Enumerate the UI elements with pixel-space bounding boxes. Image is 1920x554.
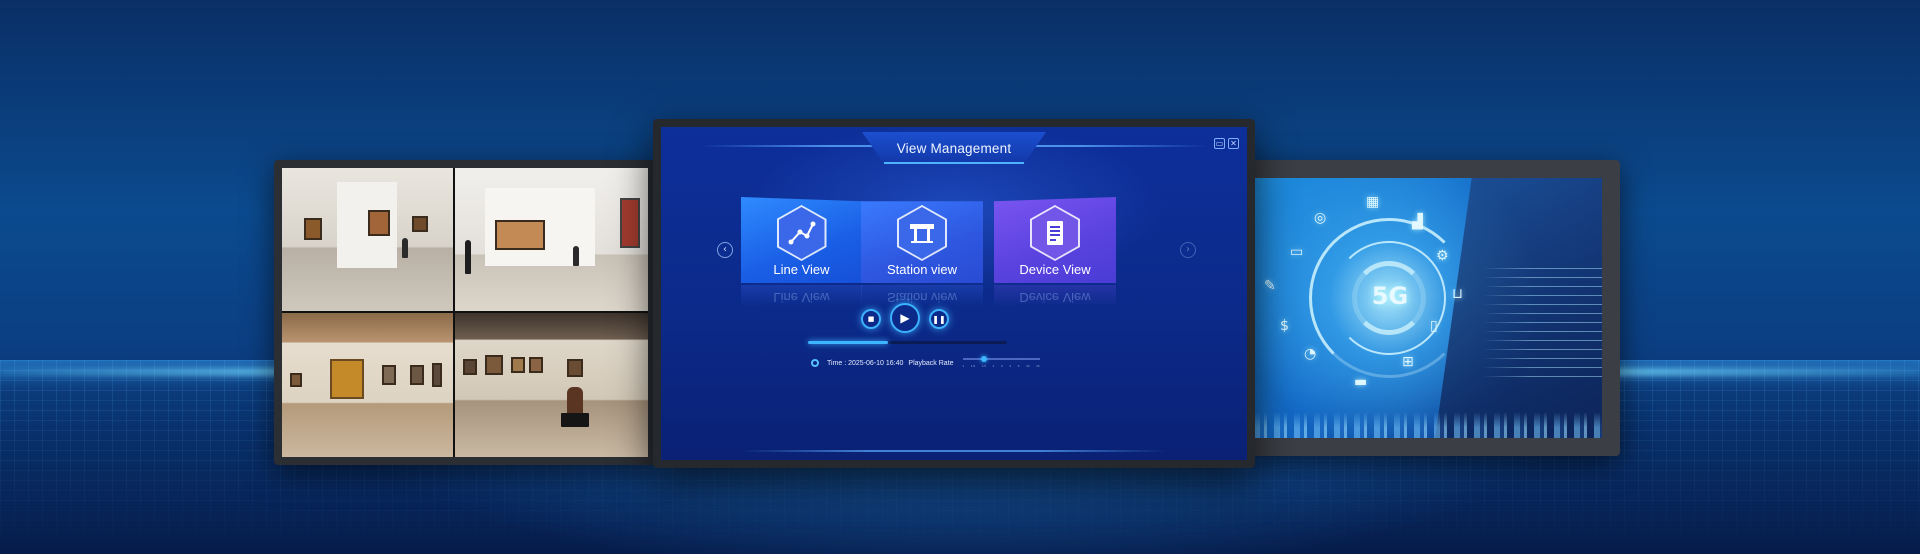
rate-ticks: 1 1.5 1.5 2 3 4 5 10 16	[963, 364, 1040, 368]
line-view-reflection: Line View	[741, 285, 862, 307]
circuit-lines	[1482, 268, 1602, 378]
playback-status-row: Time : 2025-06-10 16:40 Playback Rate 11…	[811, 356, 1040, 370]
5g-label: 5G	[1371, 282, 1409, 310]
rate-tick-label: 2	[992, 364, 995, 368]
station-view-reflection: Station view	[861, 285, 983, 307]
progress-fill	[808, 341, 888, 344]
rate-tick-label: 10	[1026, 364, 1030, 368]
gallery-photo	[455, 313, 648, 457]
rate-tick-label: 3	[1000, 364, 1003, 368]
station-view-label: Station view	[886, 262, 958, 277]
pen-icon: ✎	[1264, 278, 1276, 294]
left-display	[274, 160, 656, 465]
chat-icon: ▭	[1290, 244, 1304, 260]
rate-track	[962, 358, 1040, 360]
footer-line	[741, 450, 1167, 452]
rate-thumb[interactable]	[981, 356, 988, 362]
station-view-card[interactable]: Station view	[861, 197, 983, 283]
chart-icon: ▟	[1412, 214, 1423, 230]
gift-icon: ⊞	[1402, 354, 1414, 370]
line-view-label: Line View	[773, 262, 830, 277]
minimize-icon[interactable]: ▭	[1214, 138, 1225, 149]
rate-tick-label: 5	[1017, 364, 1020, 368]
rate-tick-label: 16	[1036, 364, 1040, 368]
gallery-photo	[282, 168, 453, 311]
stop-button[interactable]: ■	[861, 309, 881, 329]
rate-tick-label: 1	[962, 364, 965, 368]
target-icon: ◎	[1314, 210, 1327, 226]
calendar-icon: ▦	[1366, 194, 1380, 210]
playback-rate-label: Playback Rate	[908, 359, 954, 367]
play-button[interactable]: ▶	[890, 303, 920, 333]
close-icon[interactable]: ✕	[1228, 138, 1239, 149]
city-skyline	[1254, 412, 1602, 438]
playback-rate-slider[interactable]: 1 1.5 1.5 2 3 4 5 10 16	[962, 356, 1040, 370]
phone-icon: ▯	[1430, 318, 1438, 334]
truck-icon: ▬	[1354, 374, 1368, 390]
device-view-card[interactable]: Device View	[994, 197, 1116, 283]
gear-icon: ⚙	[1436, 248, 1449, 264]
pause-button[interactable]: ❚❚	[929, 309, 949, 329]
right-display: 5G ◎ ▦ ▟ ▭ ⚙ ✎ ⊔ $ ▯ ◔ ⊞ ▬	[1246, 160, 1620, 456]
app-title: View Management	[896, 140, 1012, 156]
playback-progress-bar[interactable]	[808, 341, 1007, 344]
window-controls: ▭ ✕	[1214, 138, 1239, 149]
device-view-label: Device View	[1019, 262, 1091, 277]
chevron-right-icon[interactable]: ›	[1180, 242, 1196, 258]
center-display: View Management ▭ ✕ ‹ › Line View Line V…	[653, 119, 1255, 468]
rate-tick-label: 4	[1009, 364, 1012, 368]
device-view-reflection: Device View	[994, 285, 1116, 307]
dollar-icon: $	[1280, 318, 1289, 334]
pie-chart-icon: ◔	[1304, 346, 1317, 362]
gallery-photo-grid	[282, 168, 648, 457]
title-bar: View Management	[862, 132, 1046, 164]
time-indicator-icon	[811, 359, 819, 367]
rate-tick-label: 1.5	[981, 364, 986, 368]
view-management-app: View Management ▭ ✕ ‹ › Line View Line V…	[661, 127, 1247, 460]
gallery-photo	[282, 313, 453, 457]
5g-technology-image: 5G ◎ ▦ ▟ ▭ ⚙ ✎ ⊔ $ ▯ ◔ ⊞ ▬	[1254, 178, 1602, 438]
rate-tick-label: 1.5	[970, 364, 976, 368]
gallery-photo	[455, 168, 648, 311]
line-view-card[interactable]: Line View	[741, 197, 862, 283]
chevron-left-icon[interactable]: ‹	[717, 242, 733, 258]
time-label: Time : 2025-06-10 16:40	[827, 359, 904, 367]
cart-icon: ⊔	[1452, 286, 1463, 302]
